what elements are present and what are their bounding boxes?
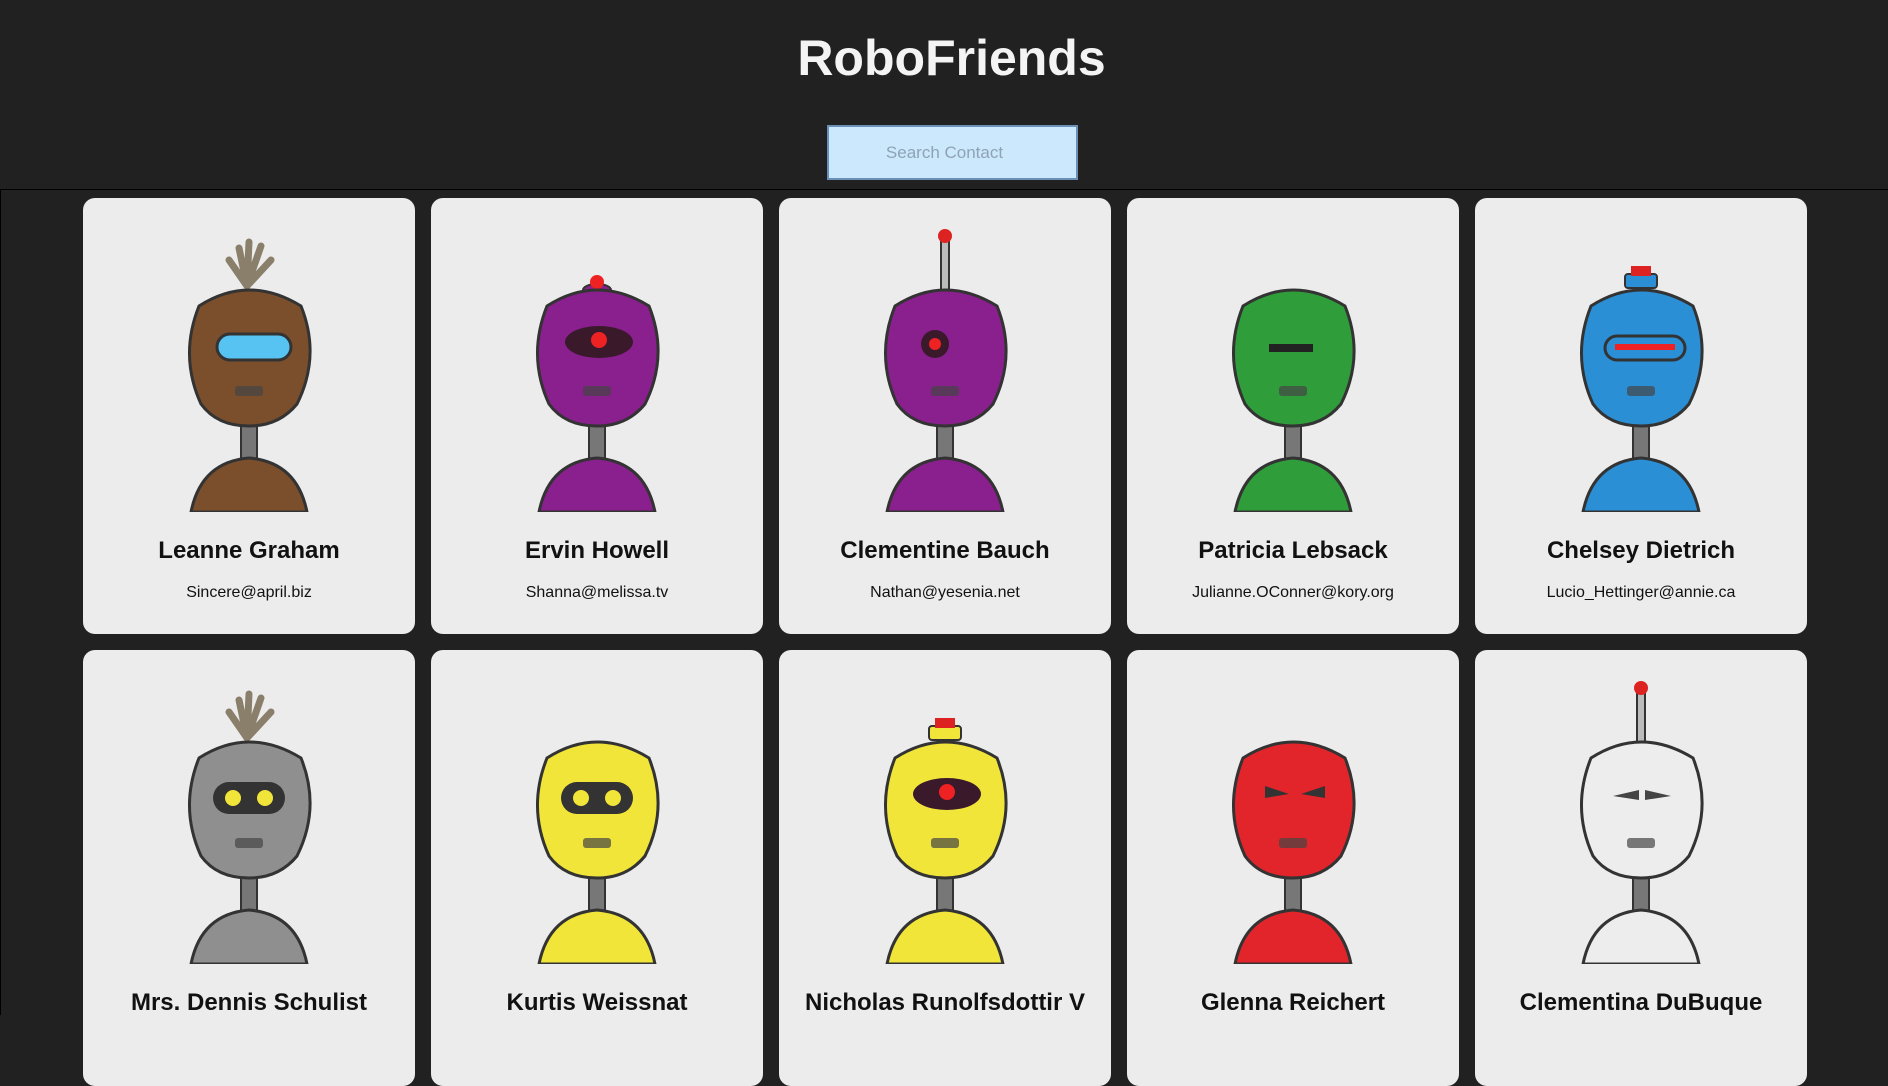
robot-card[interactable]: Clementine Bauch Nathan@yesenia.net [779,198,1111,634]
robot-name: Leanne Graham [158,537,340,564]
robot-email: Lucio_Hettinger@annie.ca [1546,584,1736,601]
robot-name: Nicholas Runolfsdottir V [804,989,1085,1016]
robot-name: Glenna Reichert [1200,989,1386,1016]
robot-name: Clementine Bauch [840,537,1050,564]
card-list: Leanne Graham Sincere@april.biz Ervin Howe… [83,198,1807,1086]
search-input[interactable] [827,125,1078,180]
robot-email: Sincere@april.biz [186,584,312,601]
robot-avatar-image [129,226,369,514]
robot-avatar-image [477,226,717,514]
robot-card[interactable]: Clementina DuBuque [1475,650,1807,1086]
app-title: RoboFriends [797,30,1106,86]
robot-card[interactable]: Patricia Lebsack Julianne.OConner@kory.or… [1127,198,1459,634]
robot-avatar-image [477,678,717,966]
robot-avatar-image [1521,226,1761,514]
robot-card[interactable]: Glenna Reichert [1127,650,1459,1086]
header: RoboFriends [0,0,1888,190]
robot-avatar-image [825,678,1065,966]
robot-email: Shanna@melissa.tv [525,584,669,601]
robot-card[interactable]: Mrs. Dennis Schulist [83,650,415,1086]
robot-email: Julianne.OConner@kory.org [1192,584,1394,601]
robot-name: Chelsey Dietrich [1546,537,1736,564]
robot-name: Kurtis Weissnat [506,989,688,1016]
robot-avatar-image [1173,226,1413,514]
robot-name: Patricia Lebsack [1198,537,1388,564]
robot-name: Clementina DuBuque [1519,989,1763,1016]
robot-card[interactable]: Nicholas Runolfsdottir V [779,650,1111,1086]
robot-email: Nathan@yesenia.net [870,584,1020,601]
robot-card[interactable]: Kurtis Weissnat [431,650,763,1086]
robot-card[interactable]: Chelsey Dietrich Lucio_Hettinger@annie.ca [1475,198,1807,634]
robot-name: Mrs. Dennis Schulist [130,989,368,1016]
robot-card[interactable]: Ervin Howell Shanna@melissa.tv [431,198,763,634]
robot-avatar-image [129,678,369,966]
robot-avatar-image [1173,678,1413,966]
robot-avatar-image [1521,678,1761,966]
robot-card[interactable]: Leanne Graham Sincere@april.biz [83,198,415,634]
robot-name: Ervin Howell [524,537,670,564]
robot-avatar-image [825,226,1065,514]
